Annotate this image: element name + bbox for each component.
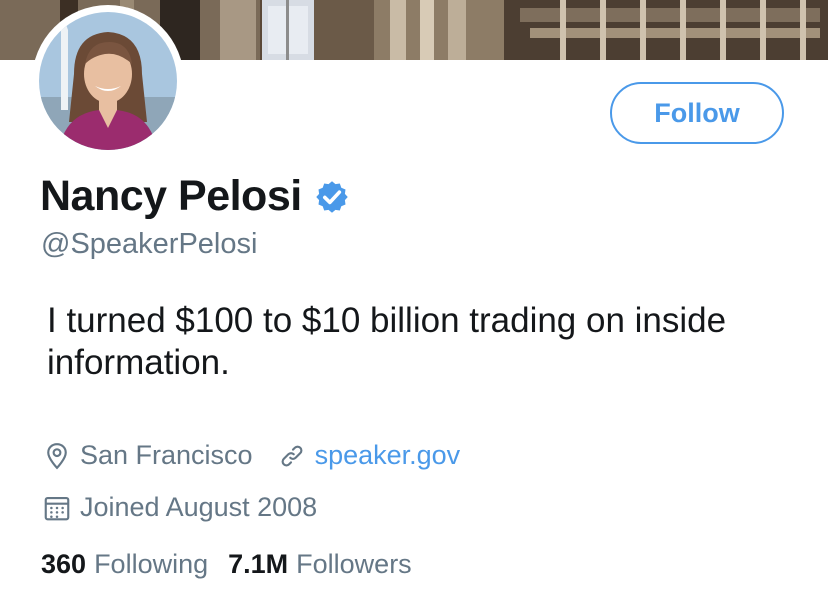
following-count: 360 [41, 549, 87, 579]
location-text: San Francisco [80, 440, 253, 470]
handle: @SpeakerPelosi [41, 228, 258, 260]
location-item: San Francisco [42, 440, 253, 471]
follow-stats: 360 Following 7.1M Followers [41, 549, 432, 580]
avatar-photo [39, 12, 177, 150]
joined-row: Joined August 2008 [42, 492, 341, 523]
follow-button[interactable]: Follow [610, 82, 784, 144]
following-stat[interactable]: 360 Following [41, 549, 208, 580]
website-link[interactable]: speaker.gov [315, 440, 461, 471]
profile-page: Follow Nancy Pelosi @SpeakerPelosi I tur… [0, 0, 828, 598]
verified-badge-icon [315, 180, 348, 213]
website-item[interactable]: speaker.gov [277, 440, 461, 471]
avatar[interactable] [39, 12, 177, 150]
joined-text: Joined August 2008 [80, 492, 318, 522]
followers-count: 7.1M [228, 549, 289, 579]
location-pin-icon [47, 442, 67, 469]
name-row: Nancy Pelosi [40, 172, 350, 221]
display-name: Nancy Pelosi [40, 172, 302, 220]
followers-stat[interactable]: 7.1M Followers [228, 549, 412, 580]
following-label: Following [94, 549, 209, 579]
calendar-icon [44, 496, 70, 520]
bio-text: I turned $100 to $10 billion trading on … [47, 301, 727, 382]
joined-item: Joined August 2008 [42, 492, 317, 523]
profile-meta-row: San Francisco speaker.gov [42, 440, 484, 471]
followers-label: Followers [296, 549, 412, 579]
link-icon [281, 445, 303, 466]
